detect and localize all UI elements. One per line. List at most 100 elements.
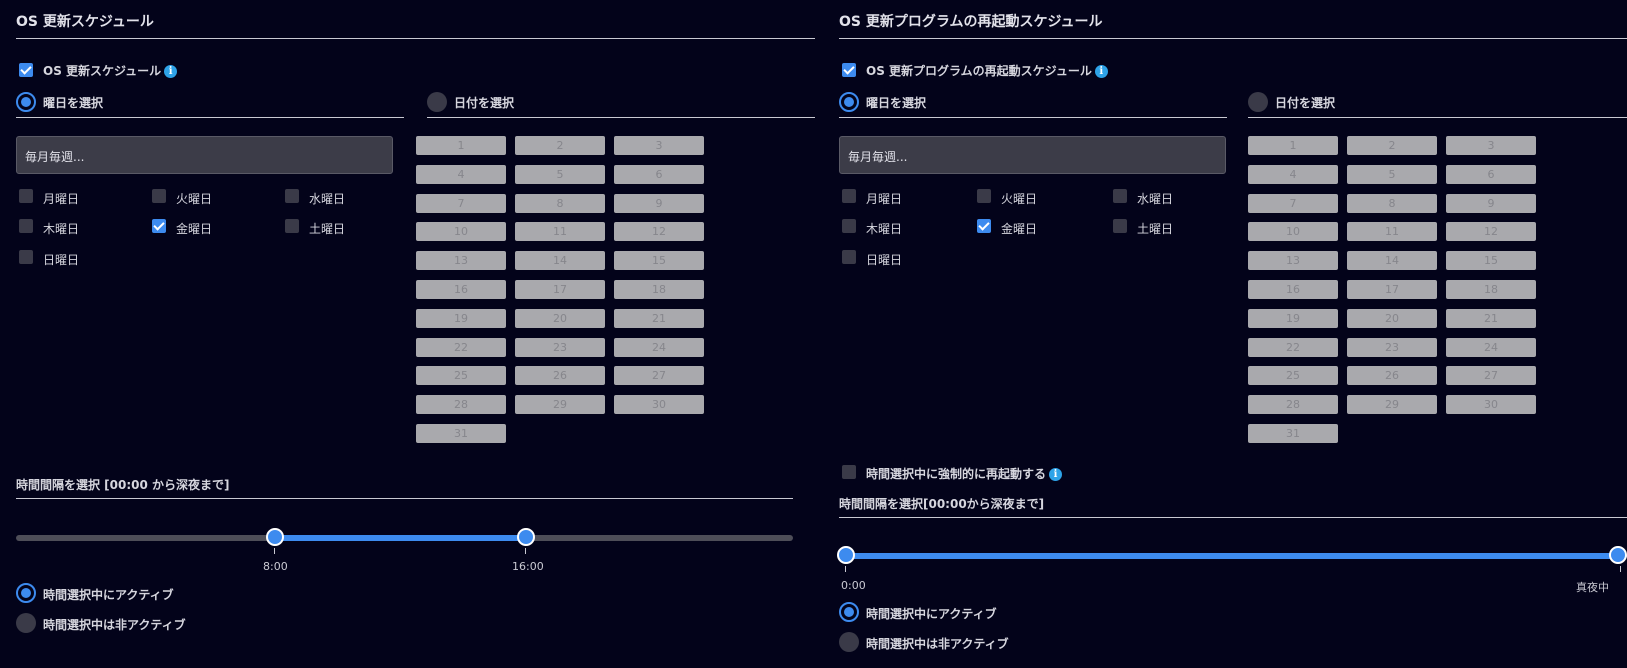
saturday-checkbox[interactable]: [1113, 219, 1127, 233]
friday-label: 金曜日: [1001, 222, 1038, 236]
date-button-7[interactable]: 7: [416, 193, 506, 213]
friday-checkbox[interactable]: [152, 219, 166, 233]
date-button-22[interactable]: 22: [1248, 337, 1338, 357]
date-button-20[interactable]: 20: [515, 308, 605, 328]
date-button-5[interactable]: 5: [1347, 164, 1437, 184]
thursday-checkbox[interactable]: [19, 219, 33, 233]
monday-checkbox[interactable]: [842, 189, 856, 203]
monday-checkbox[interactable]: [19, 189, 33, 203]
date-button-30[interactable]: 30: [1446, 395, 1536, 415]
date-button-2[interactable]: 2: [1347, 136, 1437, 155]
date-button-14[interactable]: 14: [515, 251, 605, 271]
date-button-9[interactable]: 9: [614, 193, 704, 213]
date-button-18[interactable]: 18: [1446, 280, 1536, 299]
date-button-8[interactable]: 8: [1347, 193, 1437, 213]
date-button-17[interactable]: 17: [1347, 280, 1437, 299]
info-icon[interactable]: i: [1049, 468, 1063, 481]
info-icon[interactable]: i: [1094, 65, 1108, 78]
date-button-11[interactable]: 11: [515, 222, 605, 242]
date-button-25[interactable]: 25: [416, 366, 506, 386]
date-button-29[interactable]: 29: [1347, 395, 1437, 415]
date-button-27[interactable]: 27: [1446, 366, 1536, 386]
date-button-23[interactable]: 23: [515, 337, 605, 357]
date-button-4[interactable]: 4: [416, 164, 506, 184]
active-during-time-radio[interactable]: [16, 583, 36, 603]
date-button-22[interactable]: 22: [416, 337, 506, 357]
date-button-16[interactable]: 16: [416, 280, 506, 299]
time-slider-start-handle[interactable]: [837, 546, 855, 564]
divider: [16, 117, 404, 118]
date-radio[interactable]: [427, 92, 447, 112]
date-button-28[interactable]: 28: [1248, 395, 1338, 415]
date-button-5[interactable]: 5: [515, 164, 605, 184]
inactive-during-time-radio[interactable]: [839, 632, 859, 652]
wednesday-checkbox[interactable]: [1113, 189, 1127, 203]
date-button-29[interactable]: 29: [515, 395, 605, 415]
date-button-24[interactable]: 24: [614, 337, 704, 357]
enable-label: OS 更新スケジュール i: [43, 62, 178, 79]
date-button-18[interactable]: 18: [614, 280, 704, 299]
time-slider-end-handle[interactable]: [1609, 546, 1627, 564]
date-button-11[interactable]: 11: [1347, 222, 1437, 242]
date-button-13[interactable]: 13: [1248, 251, 1338, 271]
time-slider-start-handle[interactable]: [266, 528, 284, 546]
date-button-14[interactable]: 14: [1347, 251, 1437, 271]
info-icon[interactable]: i: [164, 65, 178, 78]
date-button-7[interactable]: 7: [1248, 193, 1338, 213]
date-button-25[interactable]: 25: [1248, 366, 1338, 386]
date-button-15[interactable]: 15: [614, 251, 704, 271]
date-button-10[interactable]: 10: [416, 222, 506, 242]
date-button-19[interactable]: 19: [416, 308, 506, 328]
date-button-23[interactable]: 23: [1347, 337, 1437, 357]
saturday-checkbox[interactable]: [285, 219, 299, 233]
date-button-21[interactable]: 21: [1446, 308, 1536, 328]
inactive-during-time-radio[interactable]: [16, 613, 36, 633]
date-button-26[interactable]: 26: [1347, 366, 1437, 386]
weekday-radio[interactable]: [839, 92, 859, 112]
date-button-13[interactable]: 13: [416, 251, 506, 271]
date-button-24[interactable]: 24: [1446, 337, 1536, 357]
date-button-28[interactable]: 28: [416, 395, 506, 415]
date-button-6[interactable]: 6: [614, 164, 704, 184]
active-during-time-radio[interactable]: [839, 602, 859, 622]
enable-checkbox[interactable]: [19, 63, 33, 77]
date-button-20[interactable]: 20: [1347, 308, 1437, 328]
date-button-12[interactable]: 12: [614, 222, 704, 242]
date-button-3[interactable]: 3: [1446, 136, 1536, 155]
date-button-27[interactable]: 27: [614, 366, 704, 386]
time-slider-end-handle[interactable]: [517, 528, 535, 546]
tuesday-checkbox[interactable]: [977, 189, 991, 203]
sunday-checkbox[interactable]: [842, 250, 856, 264]
date-button-3[interactable]: 3: [614, 136, 704, 155]
date-button-21[interactable]: 21: [614, 308, 704, 328]
friday-checkbox[interactable]: [977, 219, 991, 233]
enable-checkbox[interactable]: [842, 63, 856, 77]
date-button-17[interactable]: 17: [515, 280, 605, 299]
date-button-10[interactable]: 10: [1248, 222, 1338, 242]
tuesday-checkbox[interactable]: [152, 189, 166, 203]
date-button-6[interactable]: 6: [1446, 164, 1536, 184]
wednesday-checkbox[interactable]: [285, 189, 299, 203]
date-button-31[interactable]: 31: [1248, 424, 1338, 443]
force-restart-checkbox[interactable]: [842, 465, 856, 479]
recurrence-select[interactable]: 毎月毎週...: [839, 136, 1226, 174]
date-button-2[interactable]: 2: [515, 136, 605, 155]
recurrence-select[interactable]: 毎月毎週...: [16, 136, 393, 174]
date-button-8[interactable]: 8: [515, 193, 605, 213]
weekday-radio[interactable]: [16, 92, 36, 112]
thursday-checkbox[interactable]: [842, 219, 856, 233]
date-button-26[interactable]: 26: [515, 366, 605, 386]
date-button-15[interactable]: 15: [1446, 251, 1536, 271]
date-radio[interactable]: [1248, 92, 1268, 112]
date-button-1[interactable]: 1: [1248, 136, 1338, 155]
date-button-19[interactable]: 19: [1248, 308, 1338, 328]
date-button-31[interactable]: 31: [416, 424, 506, 443]
date-button-16[interactable]: 16: [1248, 280, 1338, 299]
date-button-9[interactable]: 9: [1446, 193, 1536, 213]
date-button-30[interactable]: 30: [614, 395, 704, 415]
active-during-time-label: 時間選択中にアクティブ: [43, 588, 174, 602]
sunday-checkbox[interactable]: [19, 250, 33, 264]
date-button-1[interactable]: 1: [416, 136, 506, 155]
date-button-4[interactable]: 4: [1248, 164, 1338, 184]
date-button-12[interactable]: 12: [1446, 222, 1536, 242]
